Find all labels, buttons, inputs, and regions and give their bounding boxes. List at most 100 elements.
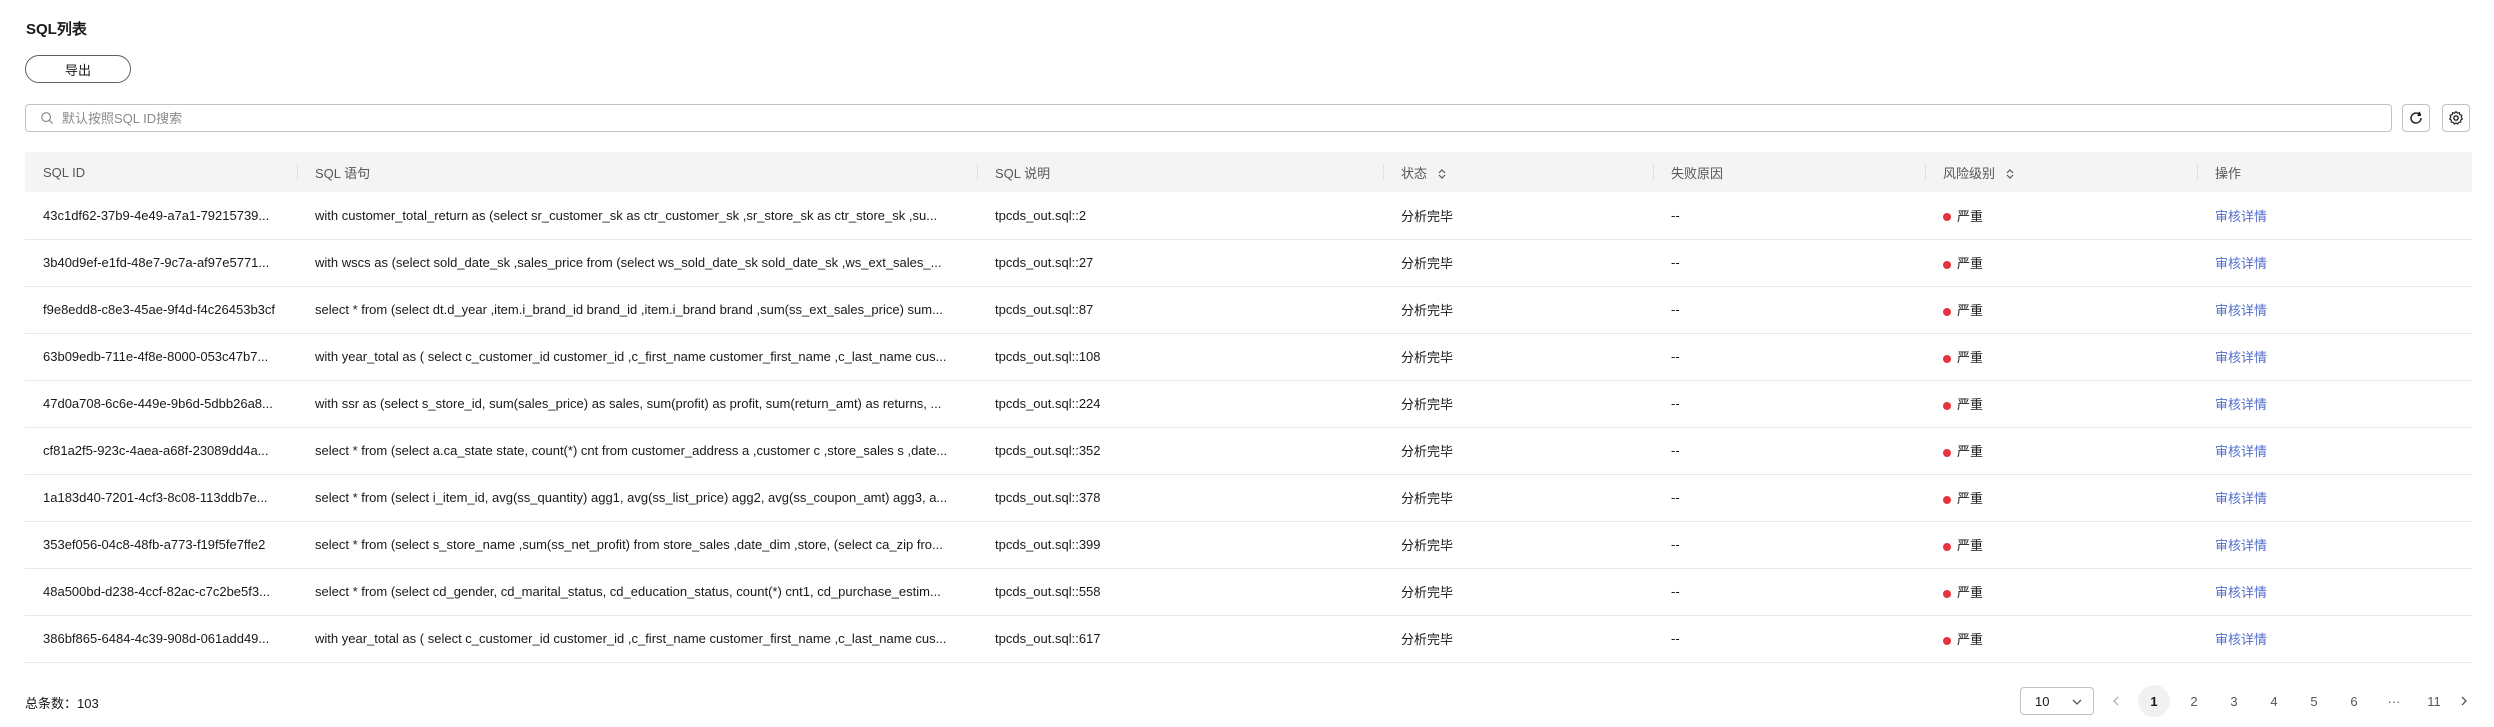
cell-sql-description: tpcds_out.sql::224: [977, 380, 1383, 428]
risk-label: 严重: [1957, 208, 1984, 224]
chevron-right-icon: [2461, 696, 2467, 706]
review-details-link[interactable]: 审核详情: [2215, 397, 2267, 412]
cell-sql-description: tpcds_out.sql::558: [977, 568, 1383, 616]
table-row: 353ef056-04c8-48fb-a773-f19f5fe7ffe2 sel…: [25, 521, 2472, 569]
cell-fail-reason: --: [1653, 192, 1925, 240]
review-details-link[interactable]: 审核详情: [2215, 632, 2267, 647]
cell-sql-id: cf81a2f5-923c-4aea-a68f-23089dd4a...: [25, 427, 297, 475]
sort-icon[interactable]: [2005, 168, 2015, 180]
header-sql-statement-label: SQL 语句: [315, 165, 371, 181]
header-fail-reason-label: 失败原因: [1671, 165, 1724, 181]
search-box[interactable]: [25, 104, 2392, 132]
header-action: 操作: [2197, 152, 2472, 192]
cell-sql-statement: select * from (select dt.d_year ,item.i_…: [297, 286, 977, 334]
cell-sql-id: 386bf865-6484-4c39-908d-061add49...: [25, 615, 297, 663]
table-row: cf81a2f5-923c-4aea-a68f-23089dd4a... sel…: [25, 427, 2472, 475]
risk-label: 严重: [1957, 303, 1984, 318]
review-details-link[interactable]: 审核详情: [2215, 585, 2267, 600]
cell-action: 审核详情: [2197, 192, 2472, 240]
cell-status: 分析完毕: [1383, 615, 1653, 663]
export-button[interactable]: 导出: [25, 55, 131, 83]
cell-sql-description: tpcds_out.sql::108: [977, 333, 1383, 381]
cell-fail-reason: --: [1653, 286, 1925, 334]
cell-sql-statement: select * from (select s_store_name ,sum(…: [297, 521, 977, 569]
table-row: 1a183d40-7201-4cf3-8c08-113ddb7e... sele…: [25, 474, 2472, 522]
cell-sql-statement: with ssr as (select s_store_id, sum(sale…: [297, 380, 977, 428]
header-risk-level[interactable]: 风险级别: [1925, 152, 2197, 192]
cell-status: 分析完毕: [1383, 286, 1653, 334]
review-details-link[interactable]: 审核详情: [2215, 444, 2267, 459]
cell-action: 审核详情: [2197, 380, 2472, 428]
search-input[interactable]: [60, 109, 2391, 127]
header-sql-statement: SQL 语句: [297, 152, 977, 192]
cell-fail-reason: --: [1653, 427, 1925, 475]
page-button[interactable]: 6: [2338, 687, 2370, 715]
page-size-select[interactable]: 10: [2020, 687, 2094, 715]
chevron-left-icon: [2113, 696, 2119, 706]
cell-risk-level: 严重: [1925, 474, 2197, 522]
cell-sql-description: tpcds_out.sql::87: [977, 286, 1383, 334]
cell-action: 审核详情: [2197, 286, 2472, 334]
header-fail-reason: 失败原因: [1653, 152, 1925, 192]
review-details-link[interactable]: 审核详情: [2215, 491, 2267, 506]
risk-label: 严重: [1957, 585, 1984, 600]
next-page-button[interactable]: [2454, 687, 2474, 715]
risk-dot-icon: [1943, 354, 1951, 363]
review-details-link[interactable]: 审核详情: [2215, 350, 2267, 365]
cell-action: 审核详情: [2197, 333, 2472, 381]
cell-status: 分析完毕: [1383, 568, 1653, 616]
cell-risk-level: 严重: [1925, 521, 2197, 569]
header-sql-id-label: SQL ID: [43, 164, 86, 180]
risk-dot-icon: [1943, 636, 1951, 645]
review-details-link[interactable]: 审核详情: [2215, 303, 2267, 318]
cell-sql-description: tpcds_out.sql::27: [977, 239, 1383, 287]
cell-sql-statement: with wscs as (select sold_date_sk ,sales…: [297, 239, 977, 287]
cell-sql-description: tpcds_out.sql::2: [977, 192, 1383, 240]
cell-sql-statement: select * from (select a.ca_state state, …: [297, 427, 977, 475]
cell-sql-statement: with customer_total_return as (select sr…: [297, 192, 977, 240]
page-button[interactable]: 1: [2138, 685, 2170, 717]
risk-label: 严重: [1957, 256, 1984, 271]
page-button[interactable]: 4: [2258, 687, 2290, 715]
prev-page-button[interactable]: [2106, 687, 2126, 715]
review-details-link[interactable]: 审核详情: [2215, 256, 2267, 271]
cell-sql-id: 353ef056-04c8-48fb-a773-f19f5fe7ffe2: [25, 521, 297, 569]
cell-fail-reason: --: [1653, 474, 1925, 522]
review-details-link[interactable]: 审核详情: [2215, 538, 2267, 553]
cell-status: 分析完毕: [1383, 474, 1653, 522]
cell-status: 分析完毕: [1383, 333, 1653, 381]
risk-label: 严重: [1957, 397, 1984, 412]
table-header-row: SQL ID SQL 语句 SQL 说明 状态 失败原因 风险级别 操作: [25, 152, 2472, 192]
refresh-icon: [2410, 111, 2422, 124]
header-action-label: 操作: [2215, 165, 2242, 181]
header-sql-description-label: SQL 说明: [995, 165, 1051, 181]
cell-sql-id: 63b09edb-711e-4f8e-8000-053c47b7...: [25, 333, 297, 381]
header-status-label: 状态: [1401, 165, 1428, 181]
table-row: f9e8edd8-c8e3-45ae-9f4d-f4c26453b3cf sel…: [25, 286, 2472, 334]
page-ellipsis[interactable]: ···: [2378, 687, 2410, 715]
chevron-down-icon: [2072, 699, 2082, 705]
settings-button[interactable]: [2442, 104, 2470, 132]
page-button[interactable]: 5: [2298, 687, 2330, 715]
cell-status: 分析完毕: [1383, 521, 1653, 569]
refresh-button[interactable]: [2402, 104, 2430, 132]
sort-icon[interactable]: [1437, 168, 1447, 180]
cell-sql-statement: with year_total as ( select c_customer_i…: [297, 333, 977, 381]
page-button[interactable]: 11: [2418, 687, 2450, 715]
header-status[interactable]: 状态: [1383, 152, 1653, 192]
total-count: 总条数：103: [25, 696, 99, 711]
cell-risk-level: 严重: [1925, 286, 2197, 334]
search-icon: [41, 112, 53, 124]
cell-action: 审核详情: [2197, 568, 2472, 616]
review-details-link[interactable]: 审核详情: [2215, 209, 2267, 224]
risk-dot-icon: [1943, 213, 1951, 222]
cell-risk-level: 严重: [1925, 615, 2197, 663]
page-button[interactable]: 3: [2218, 687, 2250, 715]
risk-label: 严重: [1957, 444, 1984, 459]
cell-fail-reason: --: [1653, 239, 1925, 287]
risk-dot-icon: [1943, 495, 1951, 504]
cell-action: 审核详情: [2197, 615, 2472, 663]
cell-action: 审核详情: [2197, 521, 2472, 569]
page-button[interactable]: 2: [2178, 687, 2210, 715]
table-row: 48a500bd-d238-4ccf-82ac-c7c2be5f3... sel…: [25, 568, 2472, 616]
